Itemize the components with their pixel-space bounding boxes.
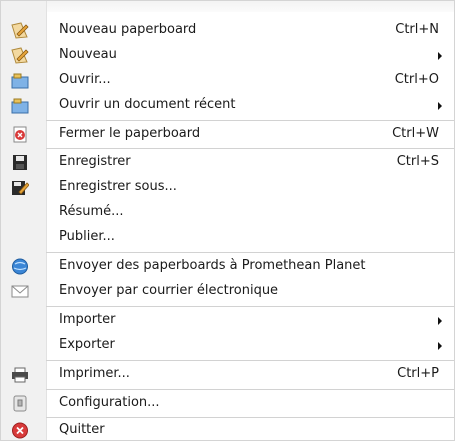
menu-item-close-flipchart[interactable]: Fermer le paperboard Ctrl+W (1, 122, 454, 147)
menu-separator (46, 306, 454, 307)
menu-item-label: Enregistrer sous... (59, 179, 177, 194)
menu-item-label: Configuration... (59, 395, 160, 410)
menu-item-save-as[interactable]: Enregistrer sous... (1, 175, 454, 200)
save-as-icon (11, 179, 30, 196)
shortcut-text: Ctrl+N (395, 22, 439, 37)
submenu-arrow-icon (438, 342, 442, 350)
menu-item-summary[interactable]: Résumé... (1, 200, 454, 225)
menu-item-export[interactable]: Exporter (1, 333, 454, 358)
menu-separator (46, 148, 454, 149)
menu-separator (46, 120, 454, 121)
menu-item-configuration[interactable]: Configuration... (1, 391, 454, 416)
menu-item-label: Exporter (59, 337, 115, 352)
menu-item-label: Imprimer... (59, 366, 130, 381)
menu-item-open-recent[interactable]: Ouvrir un document récent (1, 93, 454, 118)
menu-item-label: Enregistrer (59, 154, 131, 169)
settings-icon (11, 395, 29, 412)
envelope-icon (11, 283, 29, 300)
exit-icon (11, 422, 29, 439)
menu-item-send-email[interactable]: Envoyer par courrier électronique (1, 279, 454, 304)
menu-separator (46, 252, 454, 253)
menu-item-label: Ouvrir un document récent (59, 97, 236, 112)
open-folder-icon (11, 97, 29, 114)
open-folder-icon (11, 72, 29, 89)
menu-item-label: Importer (59, 312, 116, 327)
submenu-arrow-icon (438, 317, 442, 325)
menu-item-label: Résumé... (59, 204, 124, 219)
submenu-arrow-icon (438, 52, 442, 60)
submenu-arrow-icon (438, 102, 442, 110)
menu-item-open[interactable]: Ouvrir... Ctrl+O (1, 68, 454, 93)
close-document-icon (11, 126, 29, 143)
shortcut-text: Ctrl+P (397, 366, 439, 381)
menu-item-new[interactable]: Nouveau (1, 43, 454, 68)
menu-item-send-promethean-planet[interactable]: Envoyer des paperboards à Promethean Pla… (1, 254, 454, 279)
menu-item-print[interactable]: Imprimer... Ctrl+P (1, 362, 454, 387)
menu-top-strip (1, 1, 454, 12)
menu-item-label: Ouvrir... (59, 72, 111, 87)
menu-item-new-flipchart[interactable]: Nouveau paperboard Ctrl+N (1, 18, 454, 43)
shortcut-text: Ctrl+O (394, 72, 439, 87)
save-disk-icon (11, 154, 29, 171)
menu-item-import[interactable]: Importer (1, 308, 454, 333)
menu-item-label: Fermer le paperboard (59, 126, 201, 141)
pencil-paper-icon (11, 47, 29, 64)
file-menu: Nouveau paperboard Ctrl+N Nouveau Ouvrir… (0, 0, 455, 441)
menu-item-label: Quitter (59, 422, 105, 437)
menu-separator (46, 360, 454, 361)
menu-item-quit[interactable]: Quitter (1, 418, 454, 443)
menu-item-publish[interactable]: Publier... (1, 225, 454, 250)
menu-item-label: Envoyer par courrier électronique (59, 283, 279, 298)
menu-item-label: Nouveau (59, 47, 117, 62)
menu-item-label: Publier... (59, 229, 115, 244)
pencil-paper-icon (11, 22, 29, 39)
shortcut-text: Ctrl+S (396, 154, 439, 169)
globe-icon (11, 258, 29, 275)
shortcut-text: Ctrl+W (392, 126, 439, 141)
printer-icon (11, 366, 29, 383)
menu-separator (46, 389, 454, 390)
menu-item-save[interactable]: Enregistrer Ctrl+S (1, 150, 454, 175)
menu-item-label: Envoyer des paperboards à Promethean Pla… (59, 258, 366, 273)
menu-item-label: Nouveau paperboard (59, 22, 197, 37)
